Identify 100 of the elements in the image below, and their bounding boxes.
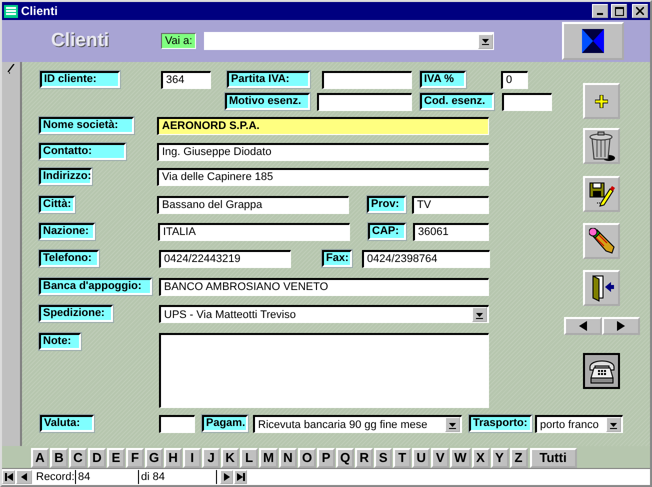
letter-button[interactable]: U	[412, 448, 430, 468]
text-field[interactable]	[159, 415, 195, 433]
letter-button[interactable]: A	[31, 448, 49, 468]
field-label: Indirizzo:	[39, 168, 92, 185]
field-label: CAP:	[368, 223, 406, 240]
letter-button[interactable]: M	[259, 448, 278, 468]
plus-button[interactable]	[583, 83, 620, 119]
text-field[interactable]	[317, 93, 412, 111]
previous-button[interactable]	[564, 317, 602, 335]
record-count: di 84	[139, 470, 217, 484]
window-title: Clienti	[21, 4, 59, 18]
letter-button[interactable]: L	[240, 448, 258, 468]
first-icon	[4, 473, 12, 481]
field-label: Telefono:	[39, 250, 99, 267]
close-icon	[636, 7, 644, 15]
text-field[interactable]: 0424/2398764	[362, 250, 490, 268]
letter-button[interactable]: B	[50, 448, 68, 468]
previous-arrow-icon	[21, 473, 27, 481]
next-arrow-icon	[616, 321, 624, 331]
previous-record-button[interactable]	[16, 470, 32, 484]
text-field[interactable]: 0424/22443219	[159, 250, 291, 268]
combo-box[interactable]: UPS - Via Matteotti Treviso	[159, 305, 489, 323]
dropdown-button[interactable]	[478, 34, 494, 48]
letter-button[interactable]: Q	[336, 448, 354, 468]
letter-button[interactable]: Z	[510, 448, 528, 468]
letter-button[interactable]: F	[126, 448, 144, 468]
text-field[interactable]: TV	[412, 196, 489, 214]
letter-button[interactable]: R	[355, 448, 374, 468]
text-field[interactable]: Ing. Giuseppe Diodato	[157, 143, 489, 161]
record-number-field[interactable]: 84	[75, 470, 139, 484]
text-field[interactable]: AERONORD S.P.A.	[157, 117, 489, 135]
field-label: Nazione:	[39, 223, 95, 240]
letter-button[interactable]: E	[107, 448, 125, 468]
letter-button[interactable]: K	[221, 448, 240, 468]
field-label: Spedizione:	[39, 305, 113, 322]
text-field[interactable]: Via delle Capinere 185	[157, 168, 489, 186]
field-label: Banca d'appoggio:	[39, 278, 152, 295]
text-field[interactable]	[502, 93, 552, 111]
door-button[interactable]	[583, 270, 620, 306]
text-field[interactable]	[322, 71, 412, 89]
close-button[interactable]	[632, 4, 648, 18]
letter-button[interactable]: X	[472, 448, 490, 468]
letter-button[interactable]: C	[69, 448, 87, 468]
next-arrow-icon	[224, 473, 230, 481]
letter-button[interactable]: S	[374, 448, 392, 468]
letter-button[interactable]: Tutti	[530, 448, 577, 468]
combo-box[interactable]: Ricevuta bancaria 90 gg fine mese	[253, 415, 462, 433]
dropdown-button[interactable]	[606, 417, 621, 432]
goto-label: Vai a:	[161, 33, 196, 49]
minimize-button[interactable]	[592, 4, 608, 18]
field-label: IVA %	[420, 71, 466, 88]
form-icon	[4, 4, 18, 18]
memo-field[interactable]	[159, 333, 489, 408]
field-label: Note:	[39, 333, 81, 350]
record-label: Record:	[36, 471, 75, 483]
field-label: ID cliente:	[40, 71, 120, 88]
phone-button[interactable]	[583, 353, 620, 389]
field-label: Partita IVA:	[227, 71, 310, 88]
toolbar-button[interactable]	[562, 22, 624, 60]
eraser-button[interactable]	[583, 223, 620, 259]
letter-button[interactable]: Y	[490, 448, 508, 468]
trash-button[interactable]	[583, 128, 620, 164]
previous-arrow-icon	[578, 321, 586, 331]
letter-button[interactable]: O	[298, 448, 316, 468]
combo-box[interactable]: porto franco	[535, 415, 623, 433]
letter-button[interactable]: V	[431, 448, 450, 468]
text-field[interactable]: ITALIA	[158, 223, 350, 241]
field-label: Cod. esenz.	[420, 93, 494, 110]
field-label: Nome società:	[39, 117, 134, 134]
next-record-button[interactable]	[220, 470, 233, 484]
letter-button[interactable]: P	[317, 448, 336, 468]
field-label: Prov:	[367, 196, 406, 213]
text-field[interactable]: 0	[501, 71, 528, 89]
letter-button[interactable]: J	[202, 448, 220, 468]
text-field[interactable]: 36061	[413, 223, 489, 241]
letter-button[interactable]: H	[164, 448, 182, 468]
letter-button[interactable]: T	[393, 448, 412, 468]
last-record-button[interactable]	[234, 470, 247, 484]
letter-button[interactable]: D	[88, 448, 106, 468]
maximize-button[interactable]	[611, 4, 627, 18]
telephone-icon	[588, 358, 616, 384]
first-record-button[interactable]	[2, 470, 15, 484]
text-field[interactable]: BANCO AMBROSIANO VENETO	[159, 278, 489, 296]
field-label: Fax:	[322, 250, 352, 267]
dropdown-button[interactable]	[445, 417, 460, 432]
down-arrow-icon	[482, 37, 490, 45]
save-button[interactable]	[583, 176, 620, 212]
field-label: Città:	[39, 196, 75, 213]
text-field[interactable]: Bassano del Grappa	[157, 196, 349, 214]
letter-button[interactable]: N	[278, 448, 297, 468]
letter-button[interactable]: G	[145, 448, 164, 468]
letter-button[interactable]: I	[183, 448, 202, 468]
text-field[interactable]: 364	[161, 71, 211, 89]
down-arrow-icon	[610, 420, 617, 428]
hourglass-icon	[582, 29, 604, 53]
next-button[interactable]	[602, 317, 640, 335]
dropdown-button[interactable]	[472, 307, 487, 322]
trash-can-icon	[588, 131, 614, 161]
field-label: Contatto:	[39, 143, 126, 160]
letter-button[interactable]: W	[450, 448, 470, 468]
